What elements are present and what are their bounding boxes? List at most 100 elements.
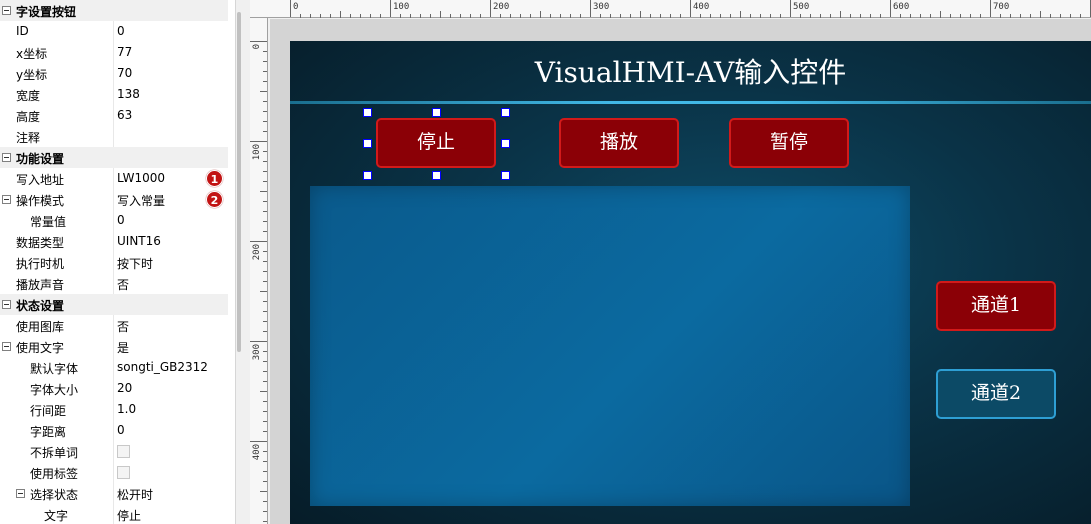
property-value[interactable]: 0: [117, 213, 125, 227]
property-row[interactable]: 播放声音 否: [0, 273, 228, 294]
collapse-toggle-icon[interactable]: [16, 489, 25, 498]
channel2-button[interactable]: 通道2: [936, 369, 1056, 419]
ruler-tick: [263, 301, 267, 302]
ruler-tick: [263, 201, 267, 202]
ruler-tick: [263, 121, 267, 122]
ruler-tick: [263, 81, 267, 82]
property-value[interactable]: 63: [117, 108, 132, 122]
property-row[interactable]: 操作模式 写入常量 2: [0, 189, 228, 210]
property-value[interactable]: 20: [117, 381, 132, 395]
resize-handle-w[interactable]: [363, 139, 372, 148]
property-value[interactable]: LW1000: [117, 171, 165, 185]
property-row[interactable]: 文字 停止: [0, 504, 228, 524]
property-label: 使用文字: [16, 341, 65, 355]
scrollbar-thumb[interactable]: [237, 12, 241, 352]
ruler-tick: [263, 421, 267, 422]
property-checkbox[interactable]: [117, 466, 130, 479]
collapse-toggle-icon[interactable]: [2, 6, 11, 15]
column-divider: [113, 63, 114, 84]
ruler-tick: [740, 11, 741, 18]
property-row[interactable]: x坐标 77: [0, 42, 228, 63]
property-value[interactable]: 停止: [117, 507, 141, 524]
resize-handle-se[interactable]: [501, 171, 510, 180]
property-value[interactable]: UINT16: [117, 234, 161, 248]
column-divider: [113, 189, 114, 210]
collapse-toggle-icon[interactable]: [2, 342, 11, 351]
channel1-button[interactable]: 通道1: [936, 281, 1056, 331]
video-display-area[interactable]: [310, 186, 910, 506]
screen-title: VisualHMI-AV输入控件: [534, 56, 847, 89]
property-row[interactable]: 数据类型 UINT16: [0, 231, 228, 252]
resize-handle-ne[interactable]: [501, 108, 510, 117]
property-row[interactable]: 行间距 1.0: [0, 399, 228, 420]
property-row[interactable]: 字体大小 20: [0, 378, 228, 399]
collapse-toggle-icon[interactable]: [2, 153, 11, 162]
property-panel-scrollbar[interactable]: [236, 0, 244, 524]
property-value[interactable]: 写入常量: [117, 192, 165, 209]
property-row[interactable]: 不拆单词: [0, 441, 228, 462]
stop-button[interactable]: 停止: [376, 118, 496, 168]
resize-handle-e[interactable]: [501, 139, 510, 148]
property-row[interactable]: 写入地址 LW1000 1: [0, 168, 228, 189]
property-checkbox[interactable]: [117, 445, 130, 458]
ruler-tick: [410, 14, 411, 18]
ruler-tick: [660, 14, 661, 18]
collapse-toggle-icon[interactable]: [2, 195, 11, 204]
ruler-tick: [260, 391, 267, 392]
property-label: 行间距: [30, 404, 67, 418]
ruler-tick: [460, 14, 461, 18]
property-row[interactable]: 使用图库 否: [0, 315, 228, 336]
property-row[interactable]: 高度 63: [0, 105, 228, 126]
column-divider: [113, 315, 114, 336]
property-value[interactable]: 77: [117, 45, 132, 59]
property-row[interactable]: 默认字体 songti_GB2312: [0, 357, 228, 378]
property-value[interactable]: songti_GB2312: [117, 360, 208, 374]
property-value[interactable]: 70: [117, 66, 132, 80]
property-value[interactable]: 否: [117, 318, 129, 335]
property-value[interactable]: 按下时: [117, 255, 153, 272]
property-row[interactable]: ID 0: [0, 21, 228, 42]
property-value[interactable]: 1.0: [117, 402, 136, 416]
ruler-tick: [630, 14, 631, 18]
property-value[interactable]: 否: [117, 276, 129, 293]
ruler-tick: [250, 41, 267, 42]
ruler-tick: [263, 501, 267, 502]
column-divider: [113, 357, 114, 378]
collapse-toggle-icon[interactable]: [2, 300, 11, 309]
property-section[interactable]: 字设置按钮: [0, 0, 228, 21]
property-value[interactable]: 0: [117, 24, 125, 38]
resize-handle-n[interactable]: [432, 108, 441, 117]
property-value[interactable]: 是: [117, 339, 129, 356]
ruler-tick: [263, 171, 267, 172]
ruler-tick: [1050, 14, 1051, 18]
resize-handle-s[interactable]: [432, 171, 441, 180]
ruler-tick: [610, 14, 611, 18]
property-row[interactable]: 使用标签: [0, 462, 228, 483]
ruler-label: 200: [252, 244, 262, 261]
property-row[interactable]: 使用文字 是: [0, 336, 228, 357]
property-row[interactable]: 常量值 0: [0, 210, 228, 231]
play-button[interactable]: 播放: [559, 118, 679, 168]
ruler-tick: [980, 14, 981, 18]
hmi-screen[interactable]: VisualHMI-AV输入控件 停止 播放 暂停 通道1 通道2: [290, 41, 1091, 524]
property-section[interactable]: 状态设置: [0, 294, 228, 315]
ruler-tick: [870, 14, 871, 18]
property-row[interactable]: 注释: [0, 126, 228, 147]
property-row[interactable]: 执行时机 按下时: [0, 252, 228, 273]
ruler-tick: [263, 281, 267, 282]
property-value[interactable]: 松开时: [117, 486, 153, 503]
property-row[interactable]: 选择状态 松开时: [0, 483, 228, 504]
ruler-tick: [530, 14, 531, 18]
resize-handle-sw[interactable]: [363, 171, 372, 180]
property-value[interactable]: 138: [117, 87, 140, 101]
property-label: 宽度: [16, 89, 41, 103]
property-value[interactable]: 0: [117, 423, 125, 437]
resize-handle-nw[interactable]: [363, 108, 372, 117]
column-divider: [113, 105, 114, 126]
property-row[interactable]: 字距离 0: [0, 420, 228, 441]
ruler-tick: [263, 521, 267, 522]
pause-button[interactable]: 暂停: [729, 118, 849, 168]
property-section[interactable]: 功能设置: [0, 147, 228, 168]
property-row[interactable]: 宽度 138: [0, 84, 228, 105]
property-row[interactable]: y坐标 70: [0, 63, 228, 84]
